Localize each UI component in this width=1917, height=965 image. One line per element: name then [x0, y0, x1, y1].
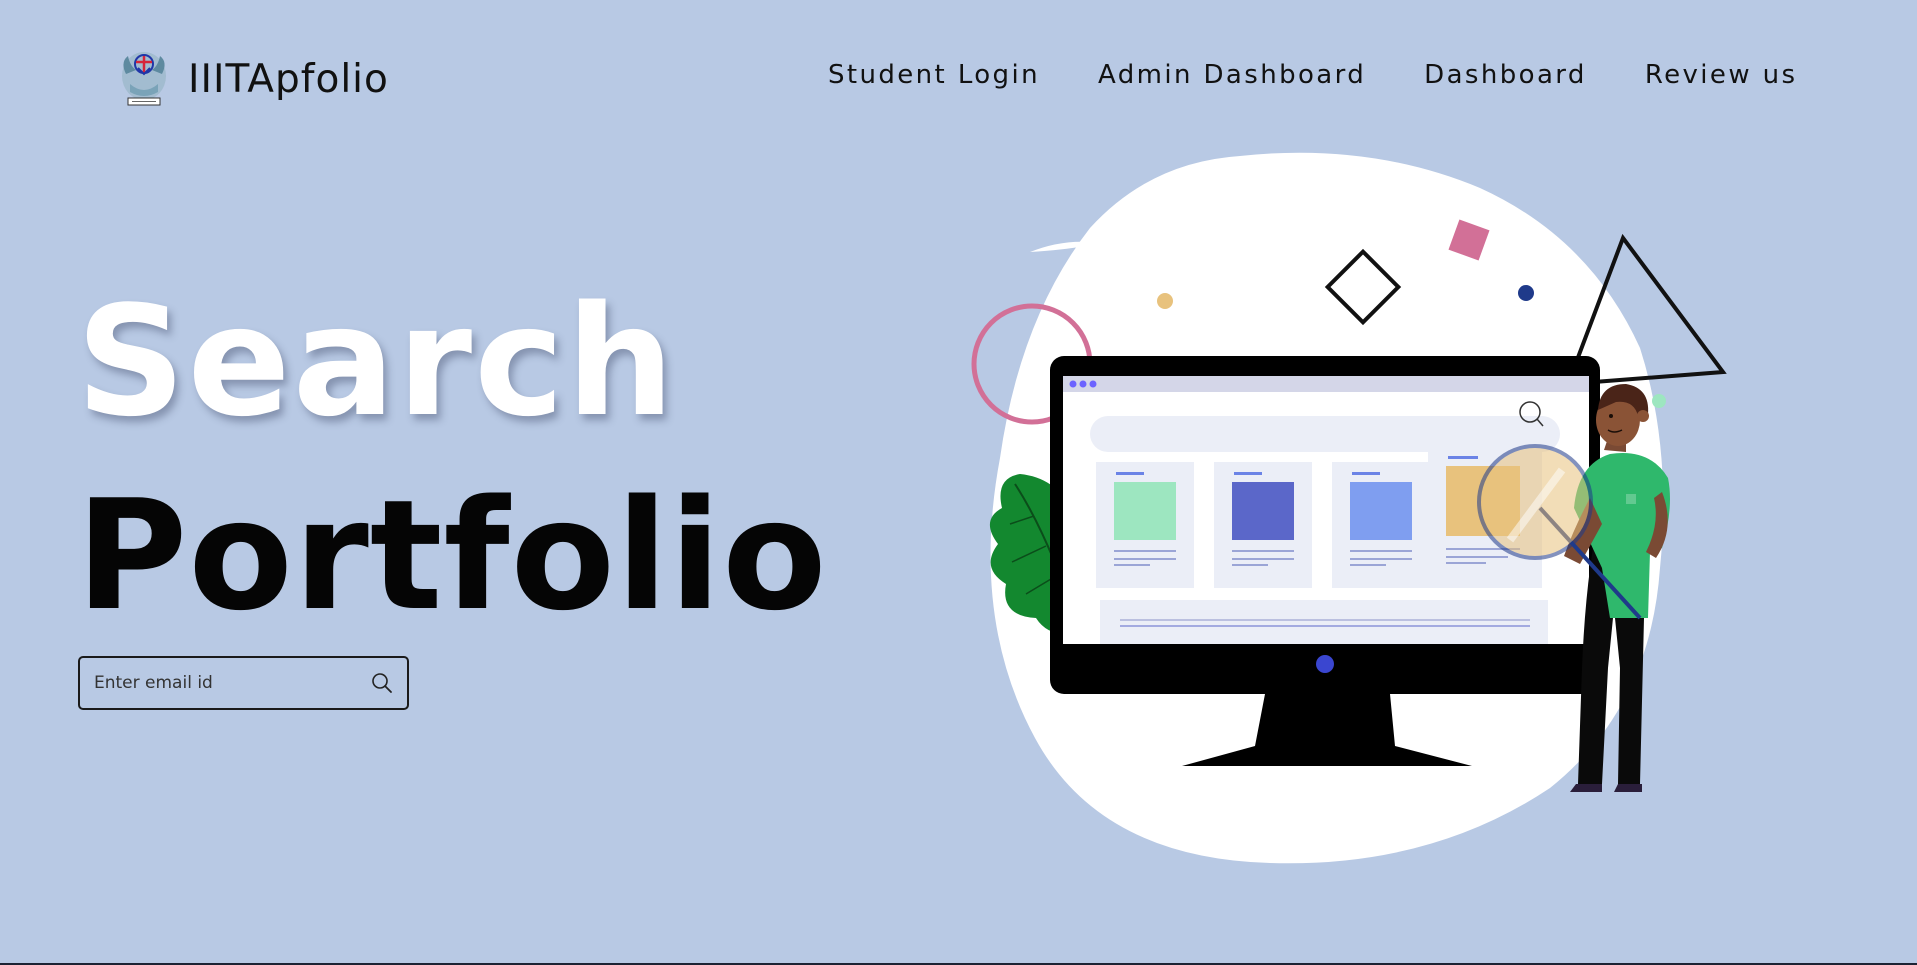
search-icon: [372, 673, 392, 693]
mint-dot-shape: [1652, 394, 1666, 408]
search-button[interactable]: [357, 658, 407, 708]
brand-name: IIITApfolio: [188, 56, 389, 102]
nav-dashboard[interactable]: Dashboard: [1424, 60, 1587, 90]
nav-student-login[interactable]: Student Login: [828, 60, 1040, 90]
navy-dot-shape: [1518, 285, 1534, 301]
nav-review-us[interactable]: Review us: [1645, 60, 1798, 90]
portfolio-search-illustration: [971, 152, 1727, 864]
institute-emblem-icon: [122, 52, 166, 106]
search-input[interactable]: [80, 658, 357, 708]
yellow-dot-shape: [1157, 293, 1173, 309]
brand-logo[interactable]: IIITApfolio: [114, 48, 389, 110]
nav-admin-dashboard[interactable]: Admin Dashboard: [1098, 60, 1366, 90]
hero-title-portfolio: Portfolio: [76, 467, 828, 644]
hero-title-search: Search: [76, 273, 677, 450]
main-nav: Student Login Admin Dashboard Dashboard …: [828, 60, 1797, 90]
search-form: [78, 656, 409, 710]
